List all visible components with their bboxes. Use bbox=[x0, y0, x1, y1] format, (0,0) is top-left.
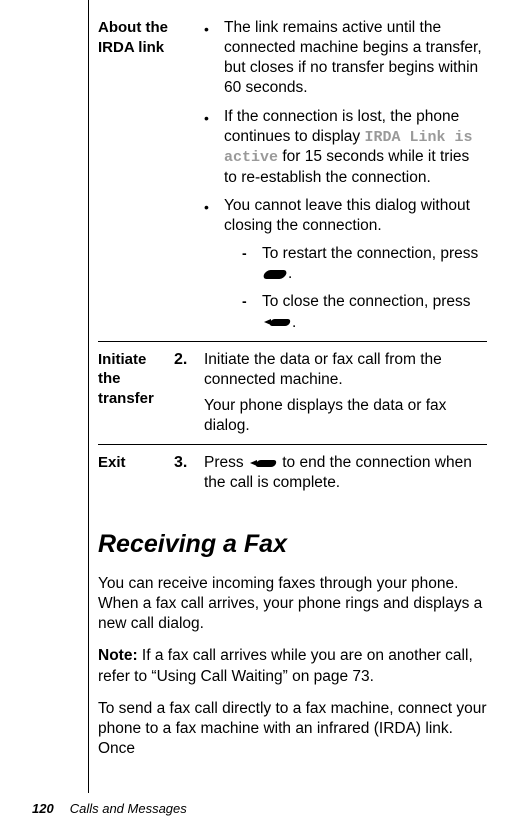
sub-bullet-item: - To restart the connection, press . bbox=[242, 244, 483, 284]
row-number: 2. bbox=[174, 341, 204, 445]
row-content: Press to end the connection when the cal… bbox=[204, 445, 487, 502]
row-label: About the IRDA link bbox=[98, 10, 174, 341]
table-row: About the IRDA link • The link remains a… bbox=[98, 10, 487, 341]
body-paragraph: To send a fax call directly to a fax mac… bbox=[98, 699, 487, 759]
page-number: 120 bbox=[32, 801, 54, 816]
text-fragment: . bbox=[288, 265, 292, 282]
sub-bullet-item: - To close the connection, press . bbox=[242, 292, 483, 332]
note-label: Note: bbox=[98, 647, 138, 664]
instruction-table: About the IRDA link • The link remains a… bbox=[98, 10, 487, 502]
row-label: Exit bbox=[98, 445, 174, 502]
table-row: Initiate the transfer 2. Initiate the da… bbox=[98, 341, 487, 445]
end-key-icon bbox=[264, 317, 290, 327]
footer-title: Calls and Messages bbox=[70, 801, 187, 816]
text-fragment: You cannot leave this dialog without clo… bbox=[224, 197, 470, 234]
bullet-mark: • bbox=[204, 18, 214, 99]
sub-bullet-text: To restart the connection, press . bbox=[262, 244, 483, 284]
row-content: • The link remains active until the conn… bbox=[204, 10, 487, 341]
page-content: About the IRDA link • The link remains a… bbox=[0, 0, 519, 759]
dash-mark: - bbox=[242, 292, 252, 332]
row-number bbox=[174, 10, 204, 341]
sub-bullet-text: To close the connection, press . bbox=[262, 292, 483, 332]
section-heading: Receiving a Fax bbox=[98, 528, 487, 561]
page-footer: 120 Calls and Messages bbox=[32, 801, 187, 818]
paragraph: Your phone displays the data or fax dial… bbox=[204, 396, 483, 436]
paragraph: Initiate the data or fax call from the c… bbox=[204, 350, 483, 390]
table-row: Exit 3. Press to end the connection when… bbox=[98, 445, 487, 502]
row-content: Initiate the data or fax call from the c… bbox=[204, 341, 487, 445]
bullet-mark: • bbox=[204, 196, 214, 333]
ok-key-icon bbox=[262, 270, 288, 279]
bullet-item: • The link remains active until the conn… bbox=[204, 18, 483, 99]
bullet-item: • If the connection is lost, the phone c… bbox=[204, 107, 483, 188]
dash-mark: - bbox=[242, 244, 252, 284]
body-paragraph: You can receive incoming faxes through y… bbox=[98, 574, 487, 634]
text-fragment: To restart the connection, press bbox=[262, 245, 478, 262]
text-fragment: Press bbox=[204, 454, 248, 471]
row-label: Initiate the transfer bbox=[98, 341, 174, 445]
body-paragraph: Note: If a fax call arrives while you ar… bbox=[98, 646, 487, 686]
bullet-text: If the connection is lost, the phone con… bbox=[224, 107, 483, 188]
text-fragment: To close the connection, press bbox=[262, 293, 471, 310]
row-number: 3. bbox=[174, 445, 204, 502]
bullet-item: • You cannot leave this dialog without c… bbox=[204, 196, 483, 333]
text-fragment: If a fax call arrives while you are on a… bbox=[98, 647, 473, 684]
bullet-mark: • bbox=[204, 107, 214, 188]
text-fragment: . bbox=[292, 314, 296, 331]
vertical-rule bbox=[88, 0, 89, 793]
end-key-icon bbox=[250, 458, 276, 468]
bullet-text: You cannot leave this dialog without clo… bbox=[224, 196, 483, 333]
bullet-text: The link remains active until the connec… bbox=[224, 18, 483, 99]
